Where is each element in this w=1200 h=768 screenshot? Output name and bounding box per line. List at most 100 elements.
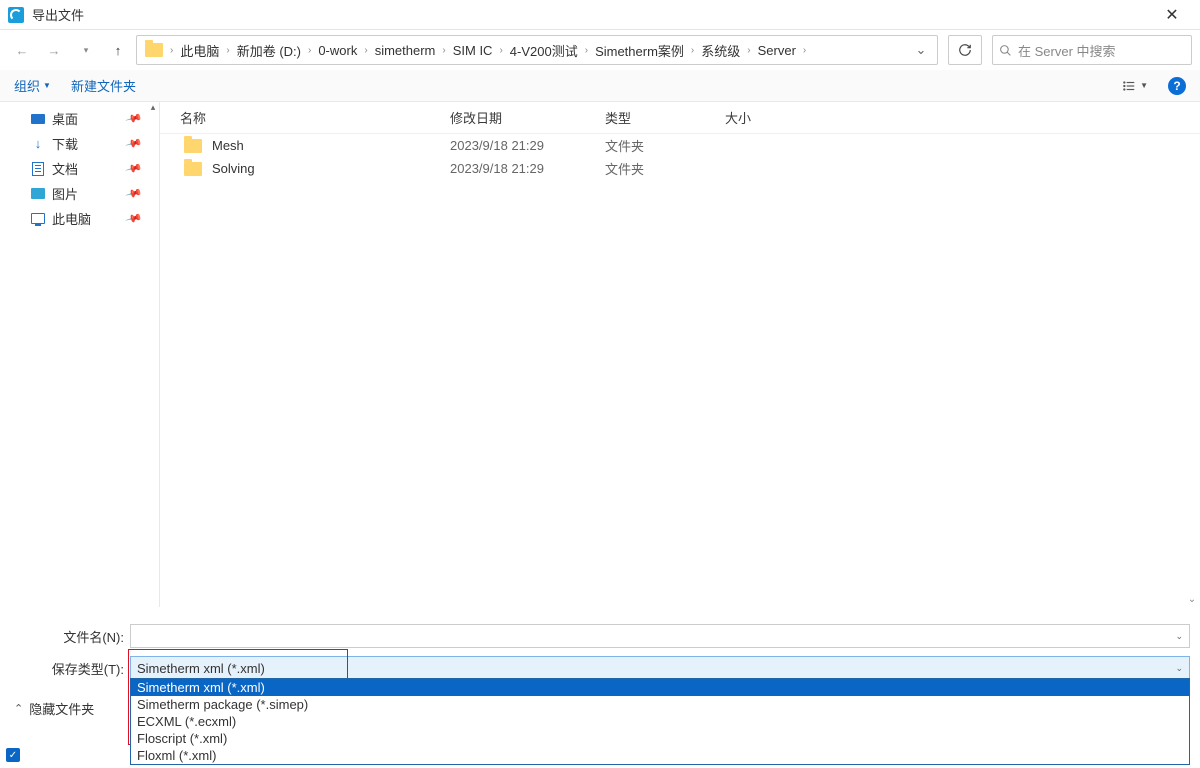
pin-icon[interactable]: 📌 <box>125 159 143 177</box>
chevron-right-icon: › <box>496 45 505 56</box>
savetype-option[interactable]: ECXML (*.ecxml) <box>131 713 1189 730</box>
breadcrumb-segment[interactable]: Simetherm案例 <box>591 41 688 60</box>
organize-menu[interactable]: 组织 ▼ <box>14 76 51 95</box>
chevron-right-icon: › <box>305 45 314 56</box>
sidebar-item[interactable]: 此电脑 📌 <box>0 206 159 231</box>
chevron-right-icon: › <box>439 45 448 56</box>
col-name[interactable]: 名称 <box>180 108 450 127</box>
doc-icon <box>30 162 46 176</box>
sidebar-item[interactable]: ↓ 下载 📌 <box>0 131 159 156</box>
app-icon <box>8 7 24 23</box>
file-date: 2023/9/18 21:29 <box>450 138 605 153</box>
column-headers: 名称 修改日期 类型 大小 <box>160 102 1200 134</box>
filename-input[interactable]: ⌄ <box>130 624 1190 648</box>
breadcrumb-segment[interactable]: simetherm <box>371 43 440 58</box>
new-folder-button[interactable]: 新建文件夹 <box>71 76 136 95</box>
breadcrumb-segment[interactable]: 系统级 <box>697 41 744 60</box>
breadcrumb-segment[interactable]: 此电脑 <box>176 41 223 60</box>
address-dropdown[interactable]: ⌄ <box>909 42 933 58</box>
chevron-right-icon: › <box>744 45 753 56</box>
chevron-down-icon[interactable]: ⌄ <box>1175 663 1183 674</box>
scrollbar[interactable]: ⌄ <box>1184 102 1200 607</box>
breadcrumb-segment[interactable]: Server <box>754 43 800 58</box>
list-icon <box>1121 79 1137 93</box>
pc-icon <box>30 212 46 226</box>
chevron-down-icon[interactable]: ⌄ <box>1175 631 1183 642</box>
back-button[interactable]: ← <box>8 36 36 64</box>
forward-button[interactable]: → <box>40 36 68 64</box>
chevron-right-icon: › <box>800 45 809 56</box>
sidebar-item-label: 桌面 <box>52 109 78 128</box>
filename-label: 文件名(N): <box>10 627 130 646</box>
file-row[interactable]: Solving 2023/9/18 21:29文件夹 <box>160 157 1200 180</box>
pin-icon[interactable]: 📌 <box>125 109 143 127</box>
search-icon <box>999 44 1012 57</box>
help-button[interactable]: ? <box>1168 77 1186 95</box>
chevron-down-icon: ▼ <box>1140 81 1148 90</box>
savetype-select[interactable]: Simetherm xml (*.xml) ⌄ <box>130 656 1190 680</box>
chevron-down-icon: ▼ <box>43 81 51 90</box>
organize-label: 组织 <box>14 76 40 95</box>
folder-icon <box>184 162 202 176</box>
savetype-label: 保存类型(T): <box>10 659 130 678</box>
file-date: 2023/9/18 21:29 <box>450 161 605 176</box>
chevron-right-icon: › <box>167 45 176 56</box>
file-type: 文件夹 <box>605 136 725 155</box>
view-options-button[interactable]: ▼ <box>1121 79 1148 93</box>
folder-icon <box>184 139 202 153</box>
sidebar-item[interactable]: 桌面 📌 <box>0 106 159 131</box>
title-bar: 导出文件 ✕ <box>0 0 1200 30</box>
file-type: 文件夹 <box>605 159 725 178</box>
hide-folders-toggle[interactable]: ⌃ 隐藏文件夹 <box>0 693 108 724</box>
file-name: Mesh <box>212 138 244 153</box>
pic-icon <box>30 187 46 201</box>
pin-icon[interactable]: 📌 <box>125 209 143 227</box>
breadcrumb-segment[interactable]: SIM IC <box>449 43 497 58</box>
search-placeholder: 在 Server 中搜索 <box>1018 41 1116 60</box>
file-name: Solving <box>212 161 255 176</box>
download-icon: ↓ <box>30 137 46 151</box>
breadcrumb: 此电脑›新加卷 (D:)›0-work›simetherm›SIM IC›4-V… <box>176 41 909 60</box>
hide-folders-label: 隐藏文件夹 <box>29 699 94 718</box>
desktop-icon <box>30 112 46 126</box>
sidebar-item[interactable]: 文档 📌 <box>0 156 159 181</box>
col-size[interactable]: 大小 <box>725 108 805 127</box>
search-input[interactable]: 在 Server 中搜索 <box>992 35 1192 65</box>
sidebar-item-label: 此电脑 <box>52 209 91 228</box>
sidebar-item-label: 文档 <box>52 159 78 178</box>
sidebar-item[interactable]: 图片 📌 <box>0 181 159 206</box>
close-button[interactable]: ✕ <box>1152 5 1192 25</box>
toolbar: 组织 ▼ 新建文件夹 ▼ ? <box>0 70 1200 102</box>
body: ▴ 桌面📌↓下载📌文档📌图片📌此电脑📌 名称 修改日期 类型 大小 Mesh20… <box>0 102 1200 607</box>
breadcrumb-segment[interactable]: 新加卷 (D:) <box>233 41 305 60</box>
folder-icon <box>145 43 163 57</box>
savetype-dropdown[interactable]: Simetherm xml (*.xml)Simetherm package (… <box>130 678 1190 765</box>
bottom-panel: 文件名(N): ⌄ 保存类型(T): Simetherm xml (*.xml)… <box>0 620 1200 768</box>
checkbox[interactable]: ✓ <box>6 748 20 762</box>
chevron-up-icon: ⌃ <box>14 702 23 715</box>
sidebar-item-label: 下载 <box>52 134 78 153</box>
up-button[interactable]: ↑ <box>104 36 132 64</box>
nav-bar: ← → ▾ ↑ › 此电脑›新加卷 (D:)›0-work›simetherm›… <box>0 30 1200 70</box>
breadcrumb-segment[interactable]: 4-V200测试 <box>506 41 582 60</box>
breadcrumb-segment[interactable]: 0-work <box>314 43 361 58</box>
sidebar: ▴ 桌面📌↓下载📌文档📌图片📌此电脑📌 <box>0 102 160 607</box>
chevron-right-icon: › <box>361 45 370 56</box>
pin-icon[interactable]: 📌 <box>125 184 143 202</box>
pin-icon[interactable]: 📌 <box>125 134 143 152</box>
savetype-option[interactable]: Floscript (*.xml) <box>131 730 1189 747</box>
chevron-right-icon: › <box>223 45 232 56</box>
chevron-right-icon: › <box>688 45 697 56</box>
file-row[interactable]: Mesh 2023/9/18 21:29文件夹 <box>160 134 1200 157</box>
savetype-option[interactable]: Floxml (*.xml) <box>131 747 1189 764</box>
file-list: 名称 修改日期 类型 大小 Mesh2023/9/18 21:29文件夹Solv… <box>160 102 1200 607</box>
sidebar-item-label: 图片 <box>52 184 78 203</box>
col-date[interactable]: 修改日期 <box>450 108 605 127</box>
address-bar[interactable]: › 此电脑›新加卷 (D:)›0-work›simetherm›SIM IC›4… <box>136 35 938 65</box>
savetype-option[interactable]: Simetherm xml (*.xml) <box>131 679 1189 696</box>
chevron-right-icon: › <box>582 45 591 56</box>
savetype-option[interactable]: Simetherm package (*.simep) <box>131 696 1189 713</box>
col-type[interactable]: 类型 <box>605 108 725 127</box>
refresh-button[interactable] <box>948 35 982 65</box>
recent-dropdown[interactable]: ▾ <box>72 36 100 64</box>
